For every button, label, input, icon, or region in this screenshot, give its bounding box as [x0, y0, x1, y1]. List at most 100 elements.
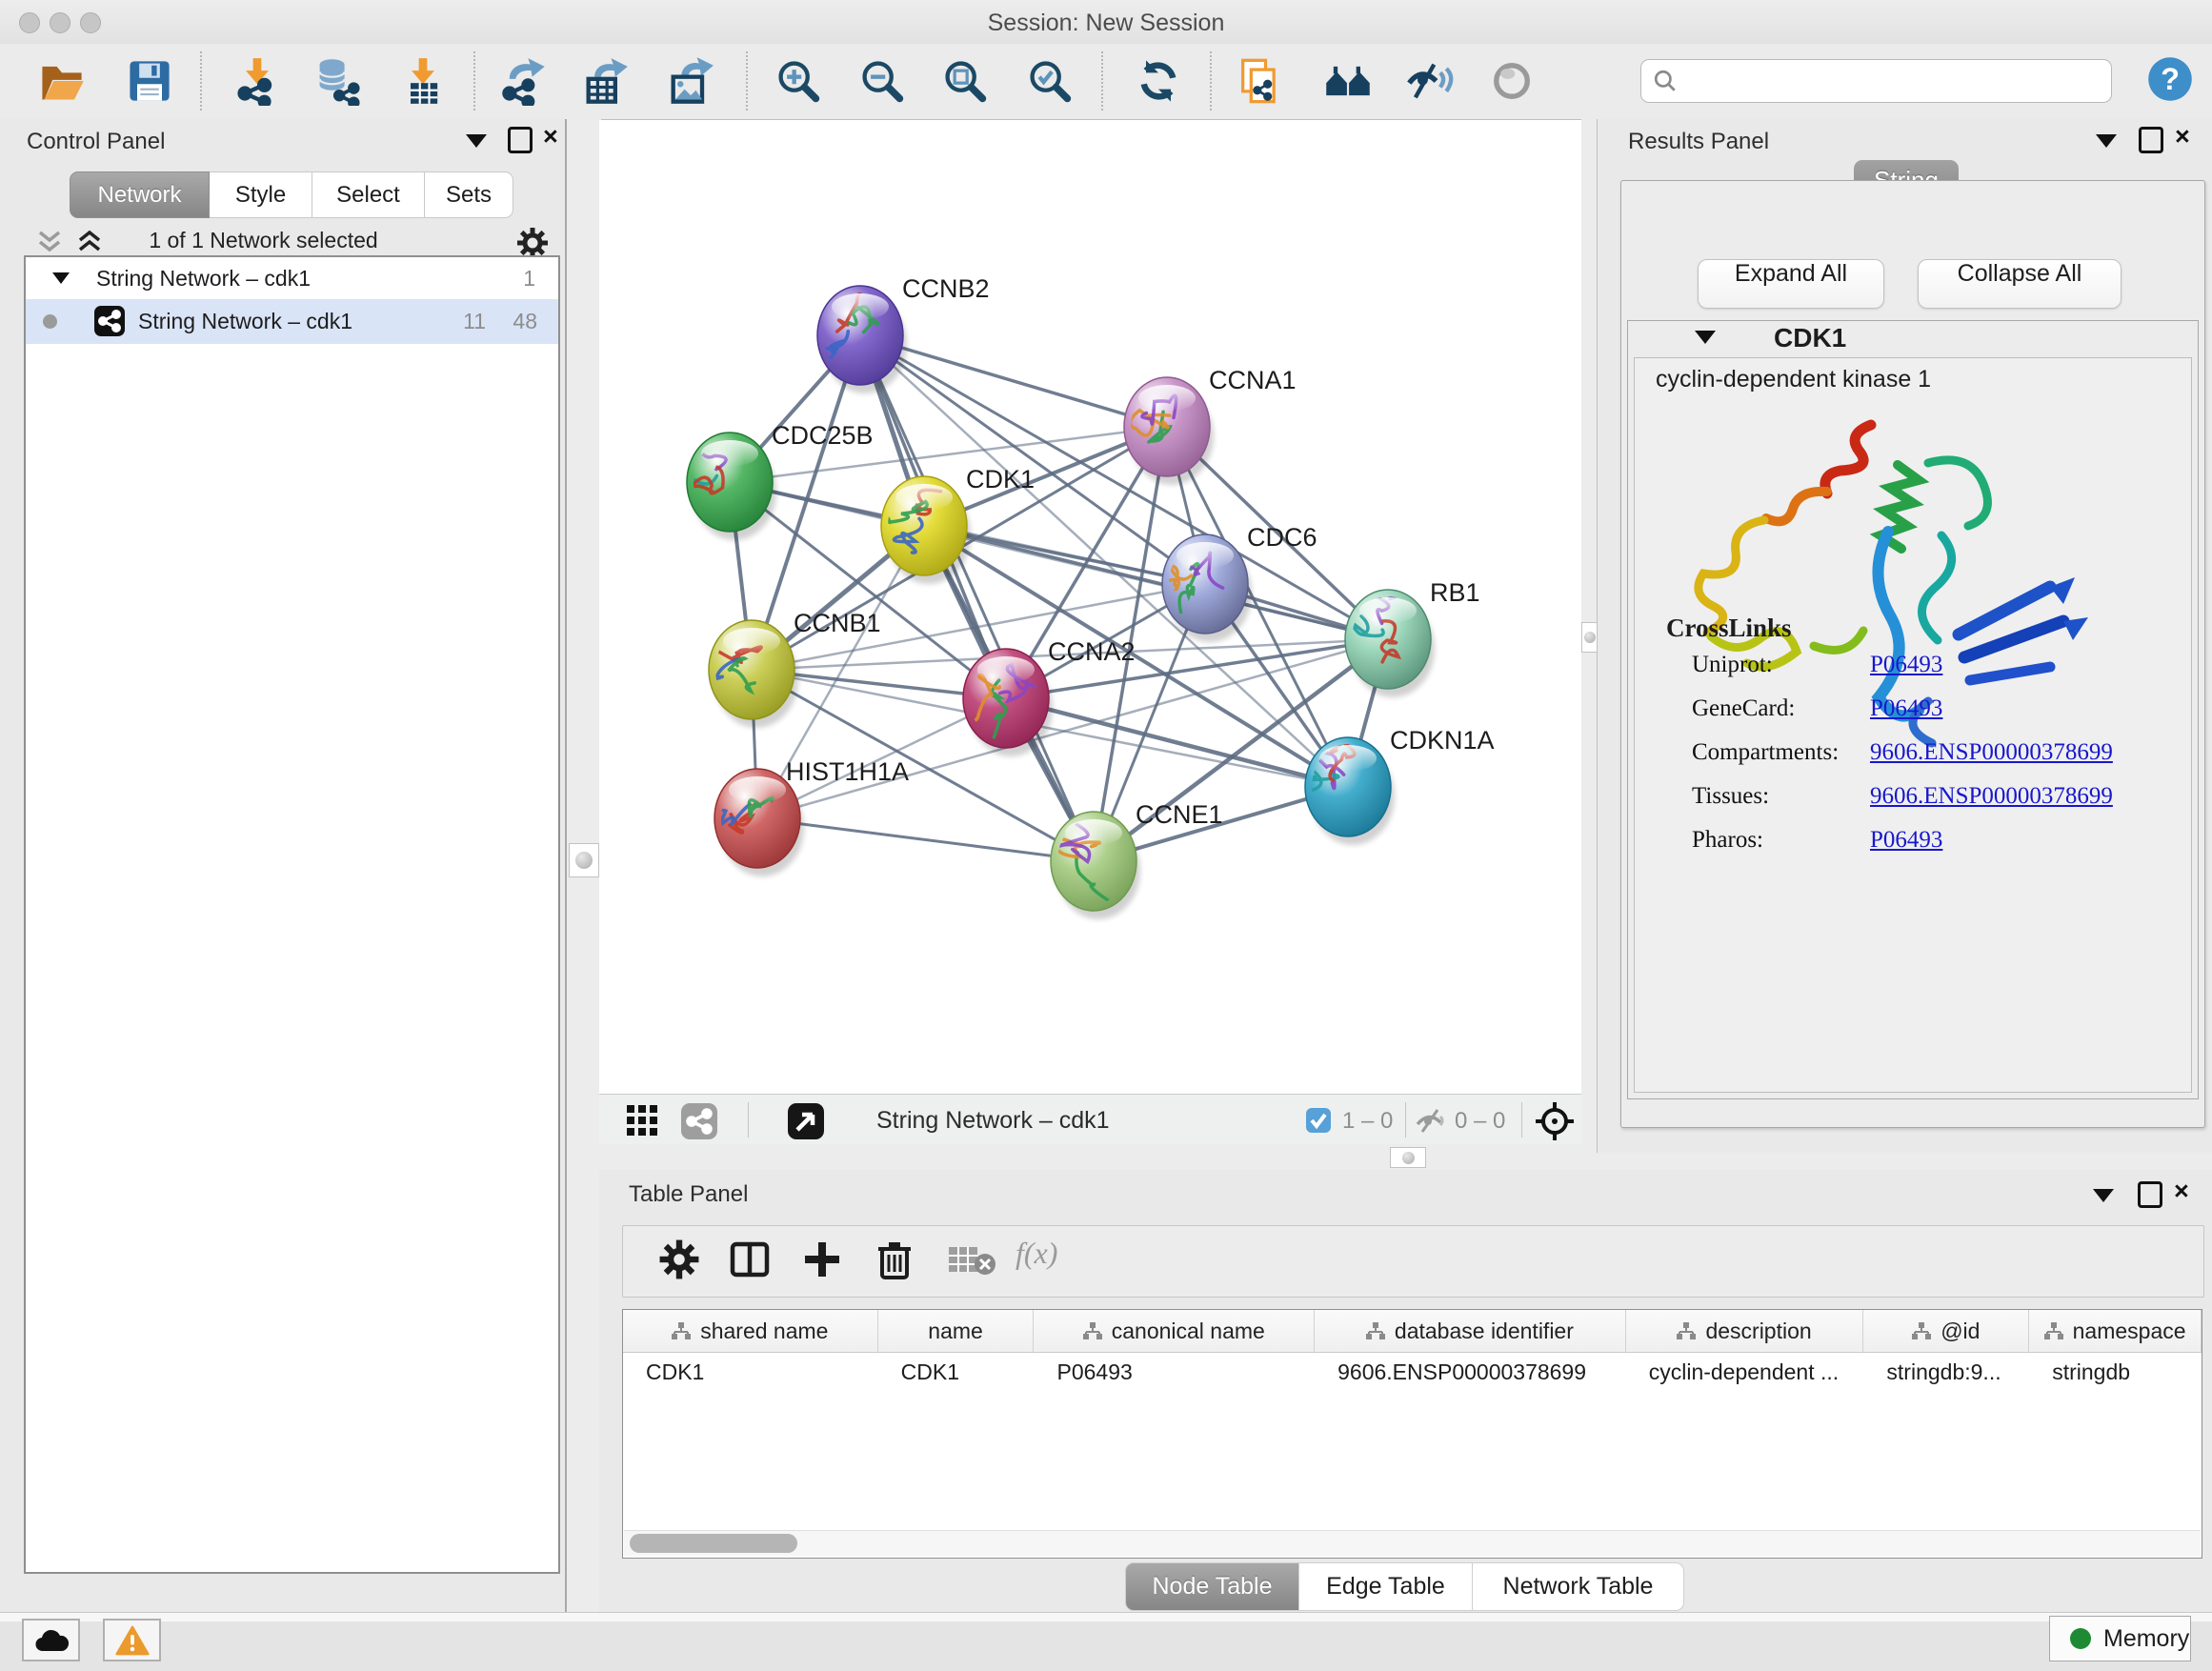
table-settings-gear-icon[interactable]	[657, 1238, 701, 1281]
column-header-namespace[interactable]: namespace	[2029, 1310, 2202, 1352]
network-canvas[interactable]: CCNB2CCNA1CDC25BCDK1CDC6RB1CCNB1CCNA2CDK…	[599, 120, 1581, 1094]
control-panel-tabs: Network Style Select Sets	[70, 171, 513, 218]
network-collection-row[interactable]: String Network – cdk1 1	[26, 257, 558, 299]
selected-nodes-checkbox[interactable]	[1305, 1107, 1332, 1134]
tab-style[interactable]: Style	[210, 171, 312, 218]
table-cell[interactable]: CDK1	[623, 1352, 878, 1392]
birds-eye-view-icon[interactable]	[787, 1102, 825, 1140]
show-columns-icon[interactable]	[728, 1238, 772, 1281]
network-row-selected[interactable]: String Network – cdk1 11 48	[26, 299, 558, 344]
table-cell[interactable]: stringdb	[2029, 1352, 2202, 1392]
table-cell[interactable]: cyclin-dependent ...	[1626, 1352, 1864, 1392]
network-node-CCNE1[interactable]: CCNE1	[1051, 800, 1223, 919]
table-cell[interactable]: stringdb:9...	[1863, 1352, 2029, 1392]
tab-sets[interactable]: Sets	[425, 171, 513, 218]
import-network-database-icon[interactable]	[312, 56, 362, 106]
float-panel-icon[interactable]	[466, 134, 487, 148]
network-node-CCNB1[interactable]: CCNB1	[669, 609, 881, 728]
crosslink-genecard[interactable]: P06493	[1870, 695, 1942, 722]
zoom-out-icon[interactable]	[857, 56, 907, 106]
right-splitter-handle[interactable]	[1581, 622, 1598, 653]
undock-panel-icon[interactable]	[2138, 1181, 2162, 1208]
entry-collapse-icon[interactable]	[1695, 331, 1716, 344]
grid-view-icon[interactable]	[626, 1104, 658, 1137]
export-network-icon[interactable]	[499, 56, 549, 106]
gene-entry: CDK1 cyclin-dependent kinase 1	[1627, 320, 2199, 1099]
help-icon[interactable]: ?	[2145, 54, 2195, 104]
network-edge[interactable]	[757, 818, 1094, 861]
zoom-in-icon[interactable]	[774, 56, 823, 106]
close-panel-icon[interactable]: ×	[543, 126, 558, 147]
warning-status-button[interactable]	[103, 1619, 161, 1661]
table-cell[interactable]: 9606.ENSP00000378699	[1315, 1352, 1626, 1392]
show-all-icon[interactable]	[1487, 56, 1537, 106]
network-node-CDK1[interactable]: CDK1	[881, 465, 1035, 584]
import-network-file-icon[interactable]	[232, 56, 282, 106]
float-panel-icon[interactable]	[2093, 1189, 2114, 1202]
network-list: String Network – cdk1 1 String Network –…	[24, 255, 560, 1574]
zoom-fit-icon[interactable]	[940, 56, 990, 106]
search-input[interactable]	[1685, 63, 2099, 97]
add-column-icon[interactable]	[800, 1238, 844, 1281]
table-row[interactable]: CDK1CDK1P064939606.ENSP00000378699cyclin…	[623, 1352, 2202, 1392]
memory-button[interactable]: Memory	[2049, 1616, 2191, 1661]
network-node-HIST1H1A[interactable]: HIST1H1A	[701, 757, 909, 876]
network-node-CDC25B[interactable]: CDC25B	[642, 421, 873, 540]
tab-network-table[interactable]: Network Table	[1473, 1562, 1684, 1611]
column-header-@id[interactable]: @id	[1863, 1310, 2029, 1352]
expand-all-button[interactable]: Expand All	[1698, 259, 1884, 309]
horizontal-splitter-handle[interactable]	[1390, 1147, 1426, 1168]
network-node-CCNA2[interactable]: CCNA2	[963, 637, 1136, 756]
table-cell[interactable]: CDK1	[878, 1352, 1035, 1392]
undock-panel-icon[interactable]	[2139, 127, 2163, 153]
tab-select[interactable]: Select	[312, 171, 425, 218]
refresh-icon[interactable]	[1134, 56, 1183, 106]
column-header-description[interactable]: description	[1626, 1310, 1864, 1352]
right-splitter[interactable]	[1581, 119, 1597, 1153]
control-panel-title: Control Panel	[27, 129, 165, 155]
zoom-selected-icon[interactable]	[1025, 56, 1075, 106]
close-panel-icon[interactable]: ×	[2174, 1180, 2189, 1201]
open-session-icon[interactable]	[37, 56, 87, 106]
save-session-icon[interactable]	[125, 56, 174, 106]
crosslink-pharos[interactable]: P06493	[1870, 827, 1942, 854]
column-header-name[interactable]: name	[878, 1310, 1035, 1352]
export-image-icon[interactable]	[665, 56, 714, 106]
delete-column-trash-icon[interactable]	[873, 1238, 916, 1281]
import-table-icon[interactable]	[398, 56, 448, 106]
share-view-icon[interactable]	[680, 1102, 718, 1140]
node-count: 11	[463, 309, 486, 334]
crosslink-tissues[interactable]: 9606.ENSP00000378699	[1870, 783, 2113, 810]
hide-selected-icon[interactable]	[1405, 56, 1455, 106]
collapse-all-button[interactable]: Collapse All	[1918, 259, 2122, 309]
column-header-database-identifier[interactable]: database identifier	[1315, 1310, 1626, 1352]
copy-network-icon[interactable]	[1235, 56, 1284, 106]
tab-node-table[interactable]: Node Table	[1125, 1562, 1299, 1611]
edge-count: 48	[513, 309, 537, 334]
first-neighbors-icon[interactable]	[1323, 56, 1373, 106]
tree-expand-icon[interactable]	[52, 272, 70, 284]
close-panel-icon[interactable]: ×	[2175, 126, 2190, 147]
node-label: CDKN1A	[1390, 726, 1495, 755]
undock-panel-icon[interactable]	[508, 127, 533, 153]
crosslink-uniprot[interactable]: P06493	[1870, 652, 1942, 678]
export-table-icon[interactable]	[580, 56, 630, 106]
crosslink-compartments[interactable]: 9606.ENSP00000378699	[1870, 739, 2113, 766]
network-node-CDKN1A[interactable]: CDKN1A	[1304, 726, 1494, 845]
tab-edge-table[interactable]: Edge Table	[1299, 1562, 1473, 1611]
table-panel: Table Panel ×	[599, 1170, 2212, 1612]
tab-network[interactable]: Network	[70, 171, 210, 218]
column-header-canonical-name[interactable]: canonical name	[1034, 1310, 1315, 1352]
float-panel-icon[interactable]	[2096, 134, 2117, 148]
column-model-icon	[1912, 1322, 1931, 1339]
table-panel-title: Table Panel	[629, 1181, 748, 1208]
cloud-status-button[interactable]	[22, 1619, 80, 1661]
column-header-shared-name[interactable]: shared name	[623, 1310, 878, 1352]
scrollbar-thumb[interactable]	[630, 1534, 797, 1553]
network-node-RB1[interactable]: RB1	[1345, 578, 1480, 697]
center-view-icon[interactable]	[1535, 1101, 1575, 1141]
network-view-toolbar: String Network – cdk1 1 – 0 0 – 0	[599, 1094, 1581, 1145]
left-splitter-handle[interactable]	[569, 843, 599, 877]
left-splitter[interactable]	[565, 119, 601, 1612]
table-cell[interactable]: P06493	[1034, 1352, 1315, 1392]
